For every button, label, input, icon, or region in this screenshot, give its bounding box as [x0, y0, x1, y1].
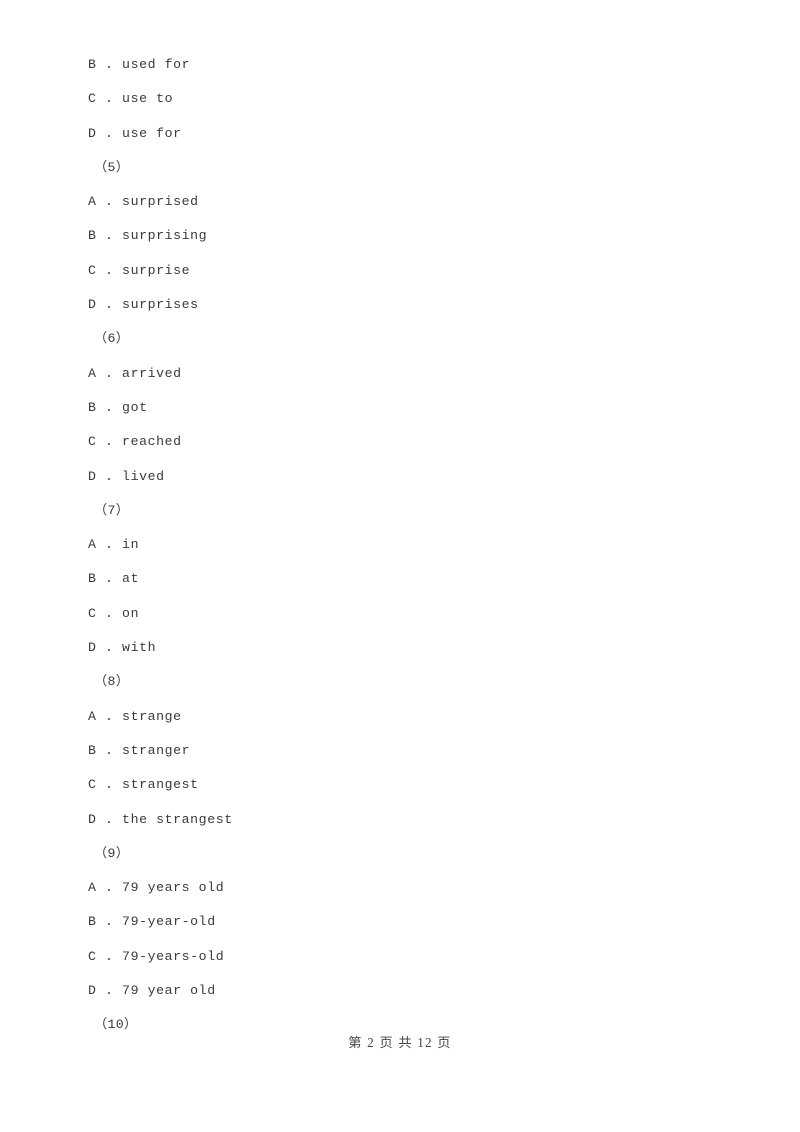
answer-option: B . stranger [88, 742, 191, 758]
answer-option: A . 79 years old [88, 880, 225, 896]
question-number-label: （5） [94, 159, 130, 175]
question-number-label: （8） [94, 674, 130, 690]
answer-option: D . lived [88, 468, 165, 484]
answer-option: A . arrived [88, 365, 182, 381]
answer-option: D . the strangest [88, 811, 233, 827]
answer-option: C . reached [88, 434, 182, 450]
question-number-label: （6） [94, 331, 130, 347]
answer-option: D . surprises [88, 297, 199, 313]
document-page: B . used for C . use to D . use for （5） A . … [0, 0, 800, 1132]
answer-option: C . 79-years-old [88, 948, 225, 964]
answer-option: B . at [88, 571, 140, 587]
answer-option: B . 79-year-old [88, 914, 216, 930]
answer-option: C . surprise [88, 262, 191, 278]
answer-option: B . surprising [88, 228, 208, 244]
answer-option: B . used for [88, 57, 191, 72]
answer-option: D . 79 year old [88, 983, 216, 999]
answer-option: C . strangest [88, 777, 199, 793]
question-number-label: （9） [94, 845, 130, 861]
question-number-label: （7） [94, 502, 130, 518]
answer-option: C . on [88, 605, 140, 621]
answer-option: A . in [88, 537, 140, 553]
answer-option: A . strange [88, 708, 182, 724]
question-options-column: B . used for C . use to D . use for （5） A . … [88, 48, 728, 1043]
answer-option: D . use for [88, 125, 182, 141]
answer-option: D . with [88, 640, 157, 656]
answer-option: A . surprised [88, 194, 199, 210]
answer-option: C . use to [88, 91, 174, 107]
answer-option: B . got [88, 399, 148, 415]
page-footer: 第 2 页 共 12 页 [348, 1035, 452, 1050]
